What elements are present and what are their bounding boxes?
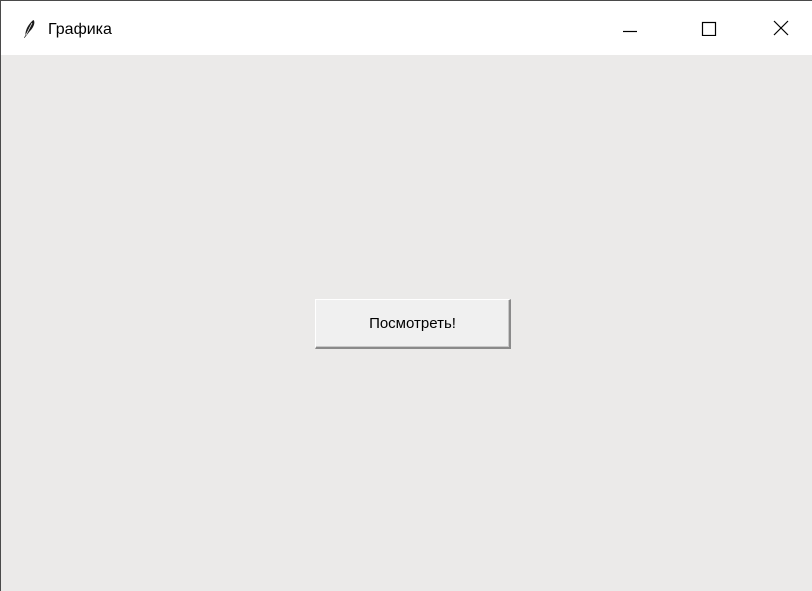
close-icon [773, 20, 789, 36]
minimize-icon [623, 30, 637, 33]
close-button[interactable] [758, 1, 804, 55]
maximize-icon [701, 21, 717, 36]
view-button[interactable]: Посмотреть! [315, 299, 511, 349]
app-window: Графика Посмотреть! [0, 0, 812, 591]
maximize-button[interactable] [686, 1, 732, 55]
window-title: Графика [48, 21, 112, 38]
minimize-button[interactable] [607, 1, 653, 55]
client-area: Посмотреть! [1, 55, 812, 591]
feather-icon [21, 19, 37, 39]
title-bar[interactable]: Графика [1, 1, 812, 55]
